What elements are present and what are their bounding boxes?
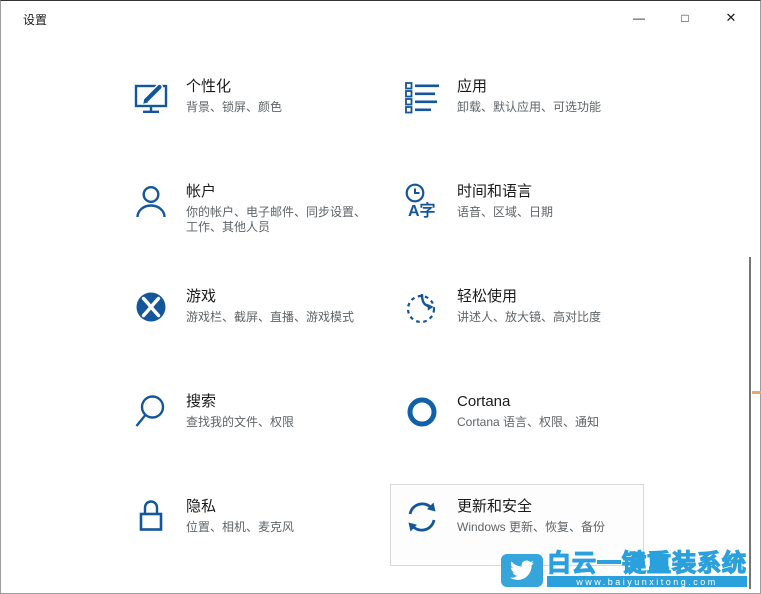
apps-list-icon — [405, 82, 439, 114]
tile-subtitle: 位置、相机、麦克风 — [186, 520, 295, 534]
cortana-ring-icon — [407, 397, 437, 427]
tile-subtitle: 背景、锁屏、颜色 — [186, 100, 283, 114]
privacy-lock-icon — [139, 500, 163, 531]
tile-cortana[interactable]: Cortana Cortana 语言、权限、通知 — [390, 379, 644, 461]
maximize-icon: □ — [681, 10, 689, 25]
ease-of-access-icon — [406, 293, 436, 324]
close-button[interactable]: ✕ — [708, 2, 754, 33]
tile-title: Cortana — [457, 393, 511, 410]
tile-accounts[interactable]: 帐户 你的帐户、电子邮件、同步设置、工作、其他人员 — [119, 169, 373, 251]
minimize-button[interactable]: — — [616, 2, 662, 33]
tile-title: 搜索 — [186, 393, 217, 410]
time-language-icon-text: A字 — [408, 201, 436, 220]
tile-time-language[interactable]: A字 时间和语言 语音、区域、日期 — [390, 169, 644, 251]
window-title: 设置 — [23, 13, 48, 27]
tile-title: 更新和安全 — [457, 498, 533, 515]
watermark: 白云一键重装系统 www.baiyunxitong.com — [501, 550, 747, 587]
watermark-brand-text: 白云一键重装系统 — [546, 550, 747, 577]
tile-gaming[interactable]: 游戏 游戏栏、截屏、直播、游戏模式 — [119, 274, 373, 356]
tile-apps[interactable]: 应用 卸载、默认应用、可选功能 — [390, 64, 644, 146]
twitter-bird-icon — [501, 554, 543, 587]
tile-title: 个性化 — [186, 78, 232, 95]
watermark-url-bar: www.baiyunxitong.com — [547, 576, 747, 587]
update-sync-icon — [408, 502, 436, 532]
tile-subtitle: 卸载、默认应用、可选功能 — [457, 100, 602, 114]
settings-category-grid: 个性化 背景、锁屏、颜色 应用 卸载、默认应用、可选功能 帐户 你的帐户、电子邮… — [119, 64, 645, 566]
tile-subtitle: Windows 更新、恢复、备份 — [457, 520, 606, 534]
tile-privacy[interactable]: 隐私 位置、相机、麦克风 — [119, 484, 373, 566]
tile-subtitle: 查找我的文件、权限 — [186, 415, 295, 429]
minimize-icon: — — [633, 10, 645, 25]
tile-title: 时间和语言 — [457, 183, 533, 200]
tile-title: 应用 — [457, 78, 488, 95]
tile-title: 隐私 — [186, 498, 217, 515]
tile-subtitle: 讲述人、放大镜、高对比度 — [457, 310, 602, 324]
tile-subtitle: 你的帐户、电子邮件、同步设置、工作、其他人员 — [186, 205, 367, 234]
maximize-button[interactable]: □ — [662, 2, 708, 33]
tile-title: 帐户 — [186, 183, 217, 200]
tile-personalization[interactable]: 个性化 背景、锁屏、颜色 — [119, 64, 373, 146]
tile-title: 轻松使用 — [457, 288, 518, 305]
tile-subtitle: 游戏栏、截屏、直播、游戏模式 — [186, 310, 355, 324]
tile-ease-of-access[interactable]: 轻松使用 讲述人、放大镜、高对比度 — [390, 274, 644, 356]
time-language-icon: A字 — [405, 183, 436, 220]
watermark-url-text: www.baiyunxitong.com — [576, 576, 718, 587]
tile-title: 游戏 — [186, 288, 217, 305]
title-bar: 设置 — □ ✕ — [1, 1, 760, 37]
tile-subtitle: Cortana 语言、权限、通知 — [457, 415, 600, 429]
window-controls: — □ ✕ — [616, 2, 754, 33]
account-person-icon — [136, 185, 166, 218]
xbox-gaming-icon — [136, 292, 166, 322]
tile-subtitle: 语音、区域、日期 — [457, 205, 554, 219]
personalization-icon — [134, 83, 168, 113]
settings-window: 设置 — □ ✕ 个性化 背景、锁屏、颜色 应用 卸载、默认应用、可选功能 帐户… — [0, 0, 761, 594]
search-icon — [135, 395, 165, 427]
tile-search[interactable]: 搜索 查找我的文件、权限 — [119, 379, 373, 461]
close-icon: ✕ — [725, 9, 737, 25]
scrollbar-thumb[interactable] — [749, 257, 751, 589]
background-window-fragment — [752, 391, 761, 394]
